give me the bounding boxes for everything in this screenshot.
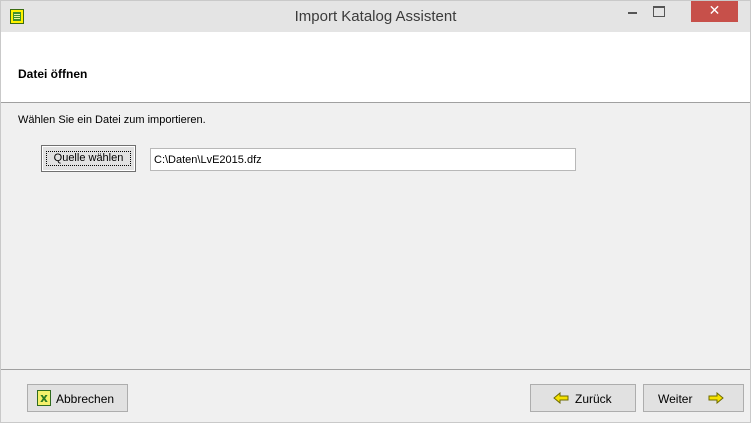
arrow-left-icon bbox=[553, 392, 569, 404]
next-label: Weiter bbox=[658, 392, 693, 406]
next-button[interactable]: Weiter bbox=[643, 384, 744, 412]
excel-cancel-icon: x bbox=[37, 390, 51, 406]
back-label: Zurück bbox=[575, 392, 612, 406]
title-bar[interactable]: Import Katalog Assistent ✕ bbox=[1, 1, 750, 32]
wizard-footer: x Abbrechen Zurück Weiter bbox=[1, 370, 750, 422]
arrow-right-icon bbox=[708, 392, 724, 404]
cancel-button[interactable]: x Abbrechen bbox=[27, 384, 128, 412]
choose-source-label: Quelle wählen bbox=[46, 151, 131, 166]
cancel-label: Abbrechen bbox=[56, 392, 115, 406]
minimize-icon bbox=[628, 12, 637, 14]
maximize-button[interactable] bbox=[646, 1, 673, 22]
close-icon: ✕ bbox=[708, 3, 721, 19]
close-button[interactable]: ✕ bbox=[691, 1, 738, 22]
instruction-text: Wählen Sie ein Datei zum importieren. bbox=[18, 114, 206, 126]
file-path-input[interactable] bbox=[150, 148, 576, 171]
choose-source-button[interactable]: Quelle wählen bbox=[41, 145, 136, 172]
import-wizard-window: Import Katalog Assistent ✕ Datei öffnen … bbox=[0, 0, 751, 423]
back-button[interactable]: Zurück bbox=[530, 384, 636, 412]
minimize-button[interactable] bbox=[619, 1, 646, 22]
wizard-header: Datei öffnen bbox=[1, 32, 750, 103]
maximize-icon bbox=[653, 6, 665, 17]
page-title: Datei öffnen bbox=[18, 67, 88, 81]
